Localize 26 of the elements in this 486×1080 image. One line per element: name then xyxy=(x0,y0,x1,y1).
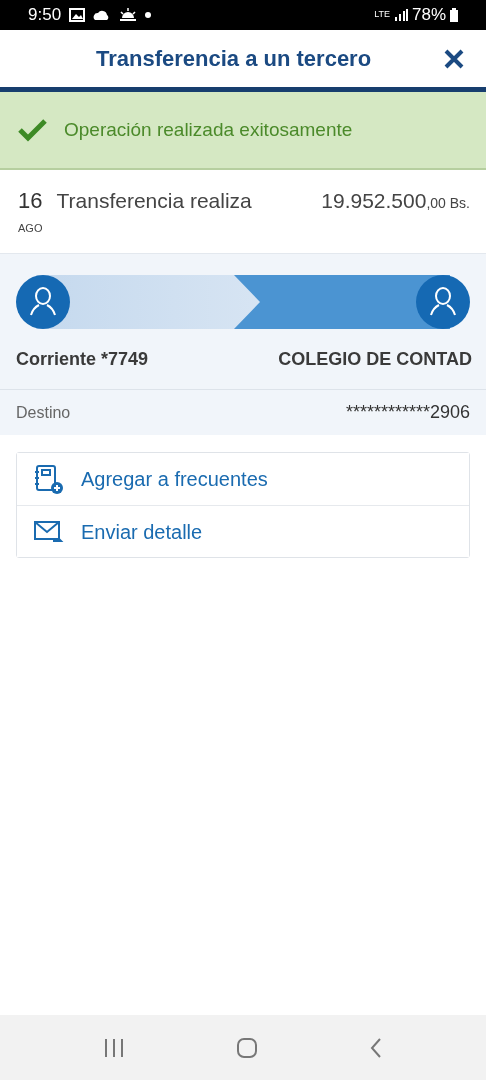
date-day: 16 xyxy=(18,190,43,212)
send-detail-button[interactable]: Enviar detalle xyxy=(17,505,469,557)
notebook-add-icon xyxy=(33,464,65,494)
success-message: Operación realizada exitosamente xyxy=(64,117,353,142)
status-time: 9:50 xyxy=(28,4,62,27)
transaction-description: Transferencia realiza xyxy=(56,190,253,214)
detail-label: Destino xyxy=(16,402,71,423)
back-icon[interactable] xyxy=(368,1036,383,1059)
image-icon xyxy=(69,8,86,22)
destination-name: COLEGIO DE CONTAD xyxy=(278,348,472,371)
recent-apps-icon[interactable] xyxy=(103,1037,126,1058)
dot-icon xyxy=(145,12,152,18)
battery-level: 78% xyxy=(411,4,446,27)
amount: 19.952.500 xyxy=(321,190,427,211)
network-label: LTE xyxy=(374,8,390,22)
amount-decimals: ,00 Bs. xyxy=(426,195,470,213)
date-month: AGO xyxy=(18,221,43,236)
signal-icon xyxy=(393,9,408,21)
screen-title: Transferencia a un tercero xyxy=(96,45,372,73)
origin-account: Corriente *7749 xyxy=(16,348,149,371)
home-icon[interactable] xyxy=(236,1036,258,1059)
close-icon[interactable] xyxy=(444,48,464,69)
battery-icon xyxy=(450,8,458,22)
check-icon xyxy=(18,117,48,143)
detail-value: ************2906 xyxy=(345,401,470,424)
sunrise-icon xyxy=(119,8,138,22)
